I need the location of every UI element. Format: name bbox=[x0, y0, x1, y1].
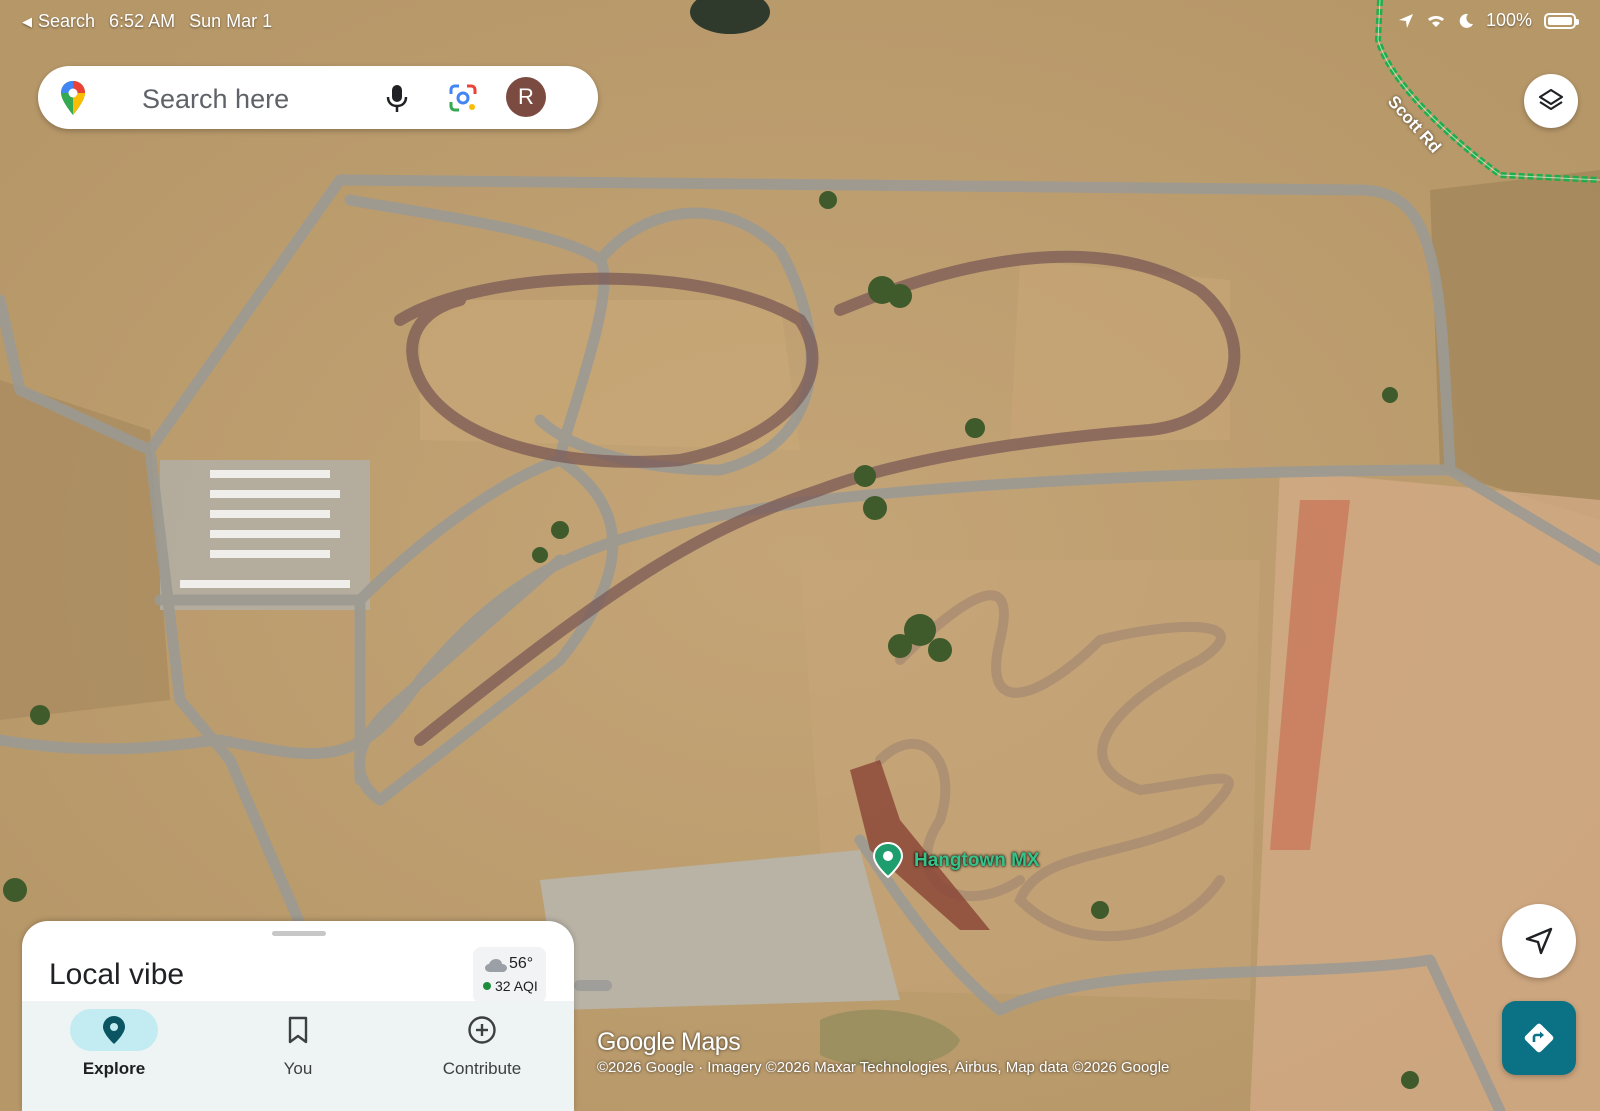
search-input[interactable]: Search here bbox=[142, 84, 289, 115]
back-to-search-link[interactable]: ◀ Search bbox=[22, 11, 95, 32]
tab-you[interactable]: You bbox=[206, 1001, 390, 1111]
maps-pin-icon bbox=[61, 81, 85, 115]
weather-chip[interactable]: 56° 32 AQI bbox=[473, 947, 546, 1003]
tab-you-label: You bbox=[283, 1059, 313, 1078]
place-label-hangtown-mx[interactable]: Hangtown MX bbox=[914, 850, 1040, 872]
wifi-icon bbox=[1427, 15, 1444, 27]
tab-explore-label: Explore bbox=[82, 1059, 146, 1078]
directions-icon bbox=[1524, 1023, 1554, 1053]
weather-temp: 56° bbox=[509, 955, 534, 972]
tab-explore-icon-wrap bbox=[70, 1009, 158, 1051]
copyright-text[interactable]: ©2026 Google · Imagery ©2026 Maxar Techn… bbox=[597, 1059, 1169, 1076]
google-maps-logo: Google Maps bbox=[597, 1028, 741, 1056]
directions-button[interactable] bbox=[1502, 1001, 1576, 1075]
weather-aqi: 32 AQI bbox=[495, 978, 538, 994]
battery-icon bbox=[1544, 12, 1579, 29]
add-circle-icon bbox=[468, 1016, 496, 1044]
tab-contribute[interactable]: Contribute bbox=[390, 1001, 574, 1111]
location-pin-icon bbox=[103, 1016, 125, 1044]
avatar[interactable]: R bbox=[506, 77, 546, 117]
moon-icon bbox=[1459, 13, 1473, 28]
location-arrow-icon bbox=[1398, 13, 1413, 28]
bottom-sheet[interactable]: Local vibe 56° 32 AQI Explore You Contri… bbox=[22, 921, 574, 1111]
search-bar[interactable]: Search here R bbox=[38, 66, 598, 129]
layers-button[interactable] bbox=[1524, 74, 1578, 128]
lens-icon[interactable] bbox=[447, 82, 479, 114]
sheet-grabber[interactable] bbox=[272, 931, 326, 936]
tab-contribute-label: Contribute bbox=[442, 1059, 522, 1078]
my-location-button[interactable] bbox=[1502, 904, 1576, 978]
status-time: 6:52 AM bbox=[109, 11, 176, 31]
battery-percent: 100% bbox=[1485, 10, 1532, 30]
aqi-status-dot bbox=[483, 982, 491, 990]
back-label: Search bbox=[38, 11, 96, 31]
bookmark-icon bbox=[288, 1016, 308, 1044]
tab-you-icon-wrap bbox=[254, 1009, 342, 1051]
bottom-nav: Explore You Contribute bbox=[22, 1001, 574, 1111]
back-triangle-icon: ◀ bbox=[22, 13, 32, 29]
mic-icon[interactable] bbox=[381, 82, 413, 114]
sheet-title: Local vibe bbox=[49, 958, 185, 991]
cloud-icon bbox=[485, 959, 507, 972]
status-bar: ◀ Search 6:52 AM Sun Mar 1 100% bbox=[0, 0, 1600, 44]
sheet-scroll-handle[interactable] bbox=[574, 980, 612, 991]
layers-icon bbox=[1538, 88, 1564, 111]
place-marker-icon[interactable] bbox=[873, 842, 903, 878]
tab-contribute-icon-wrap bbox=[438, 1009, 526, 1051]
status-date: Sun Mar 1 bbox=[189, 11, 273, 31]
tab-explore[interactable]: Explore bbox=[22, 1001, 206, 1111]
navigate-icon bbox=[1525, 927, 1553, 955]
